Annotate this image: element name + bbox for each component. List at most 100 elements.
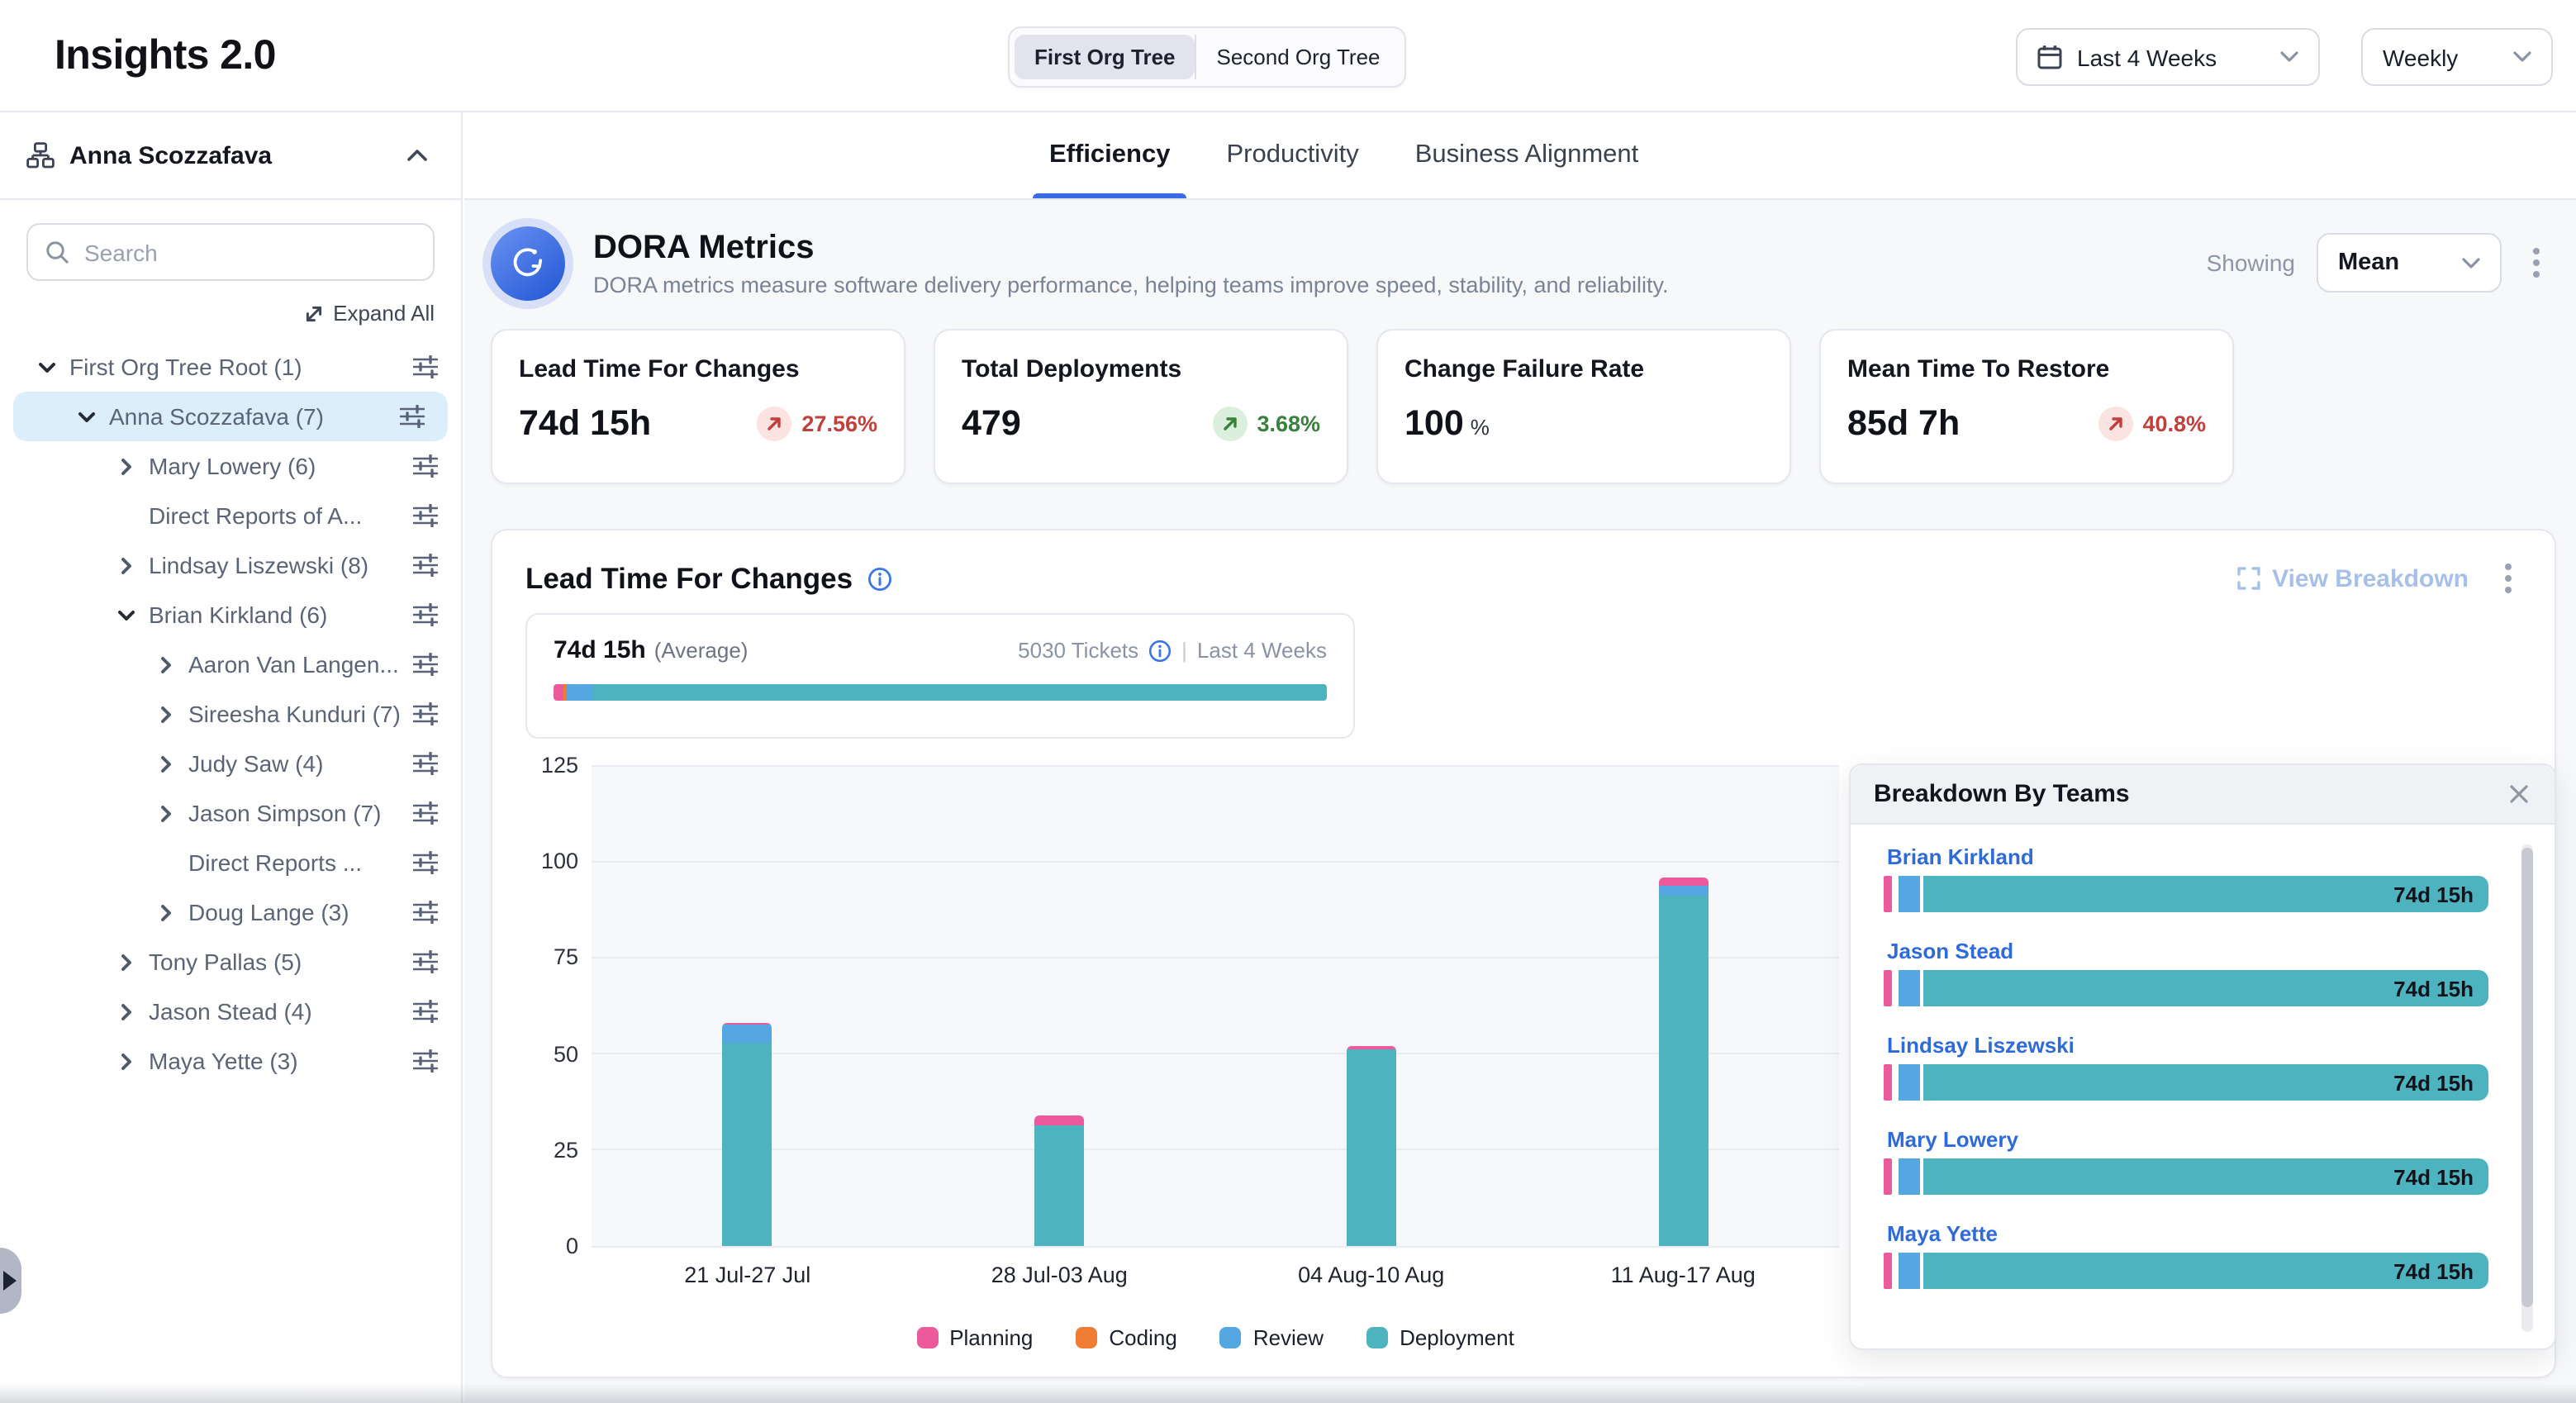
filter-icon[interactable] <box>413 603 438 626</box>
chevron-down-icon <box>2280 51 2298 63</box>
tree-item-jason-simpson-7[interactable]: Jason Simpson (7) <box>0 788 461 838</box>
average-phase-bar <box>554 684 1327 701</box>
view-breakdown-button[interactable]: View Breakdown <box>2237 564 2469 592</box>
bar-segment-review <box>1899 970 1920 1006</box>
filter-icon[interactable] <box>413 454 438 478</box>
filter-icon[interactable] <box>400 405 425 428</box>
y-axis-tick-label: 50 <box>525 1041 578 1066</box>
chevron-right-icon <box>159 903 171 921</box>
tree-item-aaron-van-langen[interactable]: Aaron Van Langen... <box>0 640 461 689</box>
team-name-link[interactable]: Brian Kirkland <box>1887 844 2488 869</box>
filter-icon[interactable] <box>413 1049 438 1072</box>
legend-label: Deployment <box>1400 1325 1514 1350</box>
team-name-link[interactable]: Jason Stead <box>1887 939 2488 963</box>
team-name-link[interactable]: Mary Lowery <box>1887 1127 2488 1152</box>
filter-icon[interactable] <box>413 504 438 527</box>
org-toggle-second-org-tree[interactable]: Second Org Tree <box>1195 35 1400 79</box>
scrollbar-track[interactable] <box>2521 844 2533 1332</box>
chevron-right-icon <box>159 655 171 673</box>
tree-item-label: Maya Yette (3) <box>149 1048 298 1074</box>
sidebar-collapse-button[interactable] <box>400 142 435 169</box>
chart-bar-11-aug-17-aug[interactable] <box>1658 877 1708 1246</box>
tree-item-sireesha-kunduri-7[interactable]: Sireesha Kunduri (7) <box>0 689 461 739</box>
metric-card-total-deployments: Total Deployments 479 3.68% <box>934 329 1348 484</box>
tree-item-lindsay-liszewski-8[interactable]: Lindsay Liszewski (8) <box>0 540 461 590</box>
filter-icon[interactable] <box>413 702 438 725</box>
x-axis-label: 21 Jul-27 Jul <box>592 1263 904 1287</box>
tree-item-label: Anna Scozzafava (7) <box>109 403 324 430</box>
org-tree-toggle: First Org Tree Second Org Tree <box>1008 26 1407 88</box>
tab-efficiency[interactable]: Efficiency <box>1049 112 1170 198</box>
tree-item-judy-saw-4[interactable]: Judy Saw (4) <box>0 739 461 788</box>
dora-menu-button[interactable] <box>2523 241 2550 284</box>
filter-icon[interactable] <box>413 851 438 874</box>
tab-label: Business Alignment <box>1415 140 1639 170</box>
showing-select[interactable]: Mean <box>2317 233 2502 292</box>
team-bar[interactable]: 74d 15h <box>1884 1253 2488 1289</box>
filter-icon[interactable] <box>413 801 438 825</box>
filter-icon[interactable] <box>413 653 438 676</box>
info-icon[interactable] <box>1148 639 1172 662</box>
metric-card-title: Lead Time For Changes <box>519 355 877 383</box>
tree-item-direct-reports[interactable]: Direct Reports ... <box>0 838 461 887</box>
team-bar[interactable]: 74d 15h <box>1884 876 2488 912</box>
avg-bar-segment-planning <box>554 684 563 701</box>
gridline <box>592 1149 1839 1151</box>
metric-card-value: 100 <box>1404 403 1464 443</box>
org-toggle-first-org-tree[interactable]: First Org Tree <box>1015 35 1195 79</box>
filter-icon[interactable] <box>413 950 438 973</box>
metric-card-lead-time-for-changes: Lead Time For Changes 74d 15h 27.56% <box>491 329 905 484</box>
tree-item-jason-stead-4[interactable]: Jason Stead (4) <box>0 987 461 1036</box>
lead-time-menu-button[interactable] <box>2495 557 2521 600</box>
scrollbar-thumb[interactable] <box>2521 848 2533 1307</box>
tab-business-alignment[interactable]: Business Alignment <box>1415 112 1639 198</box>
filter-icon[interactable] <box>413 1000 438 1023</box>
breakdown-panel-header: Breakdown By Teams <box>1851 765 2555 825</box>
chevron-right-icon <box>159 754 171 773</box>
tree-item-mary-lowery-6[interactable]: Mary Lowery (6) <box>0 441 461 491</box>
tree-item-tony-pallas-5[interactable]: Tony Pallas (5) <box>0 937 461 987</box>
chart-bar-04-aug-10-aug[interactable] <box>1347 1047 1396 1246</box>
chevron-right-icon <box>120 953 131 971</box>
breakdown-team-mary-lowery: Mary Lowery 74d 15h <box>1884 1127 2488 1195</box>
tree-item-label: Aaron Van Langen... <box>188 651 399 678</box>
trend-up-icon <box>765 415 783 433</box>
legend-item-review[interactable]: Review <box>1220 1325 1324 1350</box>
search-input[interactable] <box>26 223 435 281</box>
tree-item-direct-reports-of-a[interactable]: Direct Reports of A... <box>0 491 461 540</box>
tree-item-maya-yette-3[interactable]: Maya Yette (3) <box>0 1036 461 1086</box>
info-icon[interactable] <box>867 566 892 591</box>
filter-icon[interactable] <box>413 554 438 577</box>
legend-item-planning[interactable]: Planning <box>916 1325 1033 1350</box>
y-axis-tick-label: 25 <box>525 1138 578 1163</box>
expand-all-button[interactable]: Expand All <box>26 301 435 326</box>
bar-segment-review <box>1658 887 1708 896</box>
team-name-link[interactable]: Lindsay Liszewski <box>1887 1033 2488 1058</box>
legend-label: Coding <box>1109 1325 1176 1350</box>
filter-icon[interactable] <box>413 752 438 775</box>
close-button[interactable] <box>2503 778 2535 810</box>
filter-icon[interactable] <box>413 355 438 378</box>
tree-item-brian-kirkland-6[interactable]: Brian Kirkland (6) <box>0 590 461 640</box>
chart-bar-21-jul-27-jul[interactable] <box>723 1022 772 1246</box>
granularity-select[interactable]: Weekly <box>2361 28 2553 86</box>
tab-productivity[interactable]: Productivity <box>1226 112 1358 198</box>
tree-item-anna-scozzafava-7[interactable]: Anna Scozzafava (7) <box>13 392 448 441</box>
legend-item-coding[interactable]: Coding <box>1076 1325 1176 1350</box>
legend-item-deployment[interactable]: Deployment <box>1366 1325 1514 1350</box>
team-bar[interactable]: 74d 15h <box>1884 1064 2488 1101</box>
metric-delta-badge: 27.56% <box>757 407 877 441</box>
breakdown-by-teams-panel: Breakdown By Teams Brian Kirkland 74d 15… <box>1849 763 2556 1350</box>
breakdown-team-maya-yette: Maya Yette 74d 15h <box>1884 1221 2488 1289</box>
search-box <box>26 223 435 281</box>
tree-item-doug-lange-3[interactable]: Doug Lange (3) <box>0 887 461 937</box>
team-bar[interactable]: 74d 15h <box>1884 970 2488 1006</box>
tree-item-first-org-tree-root-1[interactable]: First Org Tree Root (1) <box>0 342 461 392</box>
chart-bar-28-jul-03-aug[interactable] <box>1034 1115 1084 1246</box>
separator: | <box>1181 638 1187 663</box>
filter-icon[interactable] <box>413 901 438 924</box>
team-bar[interactable]: 74d 15h <box>1884 1158 2488 1195</box>
date-range-select[interactable]: Last 4 Weeks <box>2016 28 2320 86</box>
org-toggle-option-label: Second Org Tree <box>1217 45 1381 69</box>
team-name-link[interactable]: Maya Yette <box>1887 1221 2488 1246</box>
